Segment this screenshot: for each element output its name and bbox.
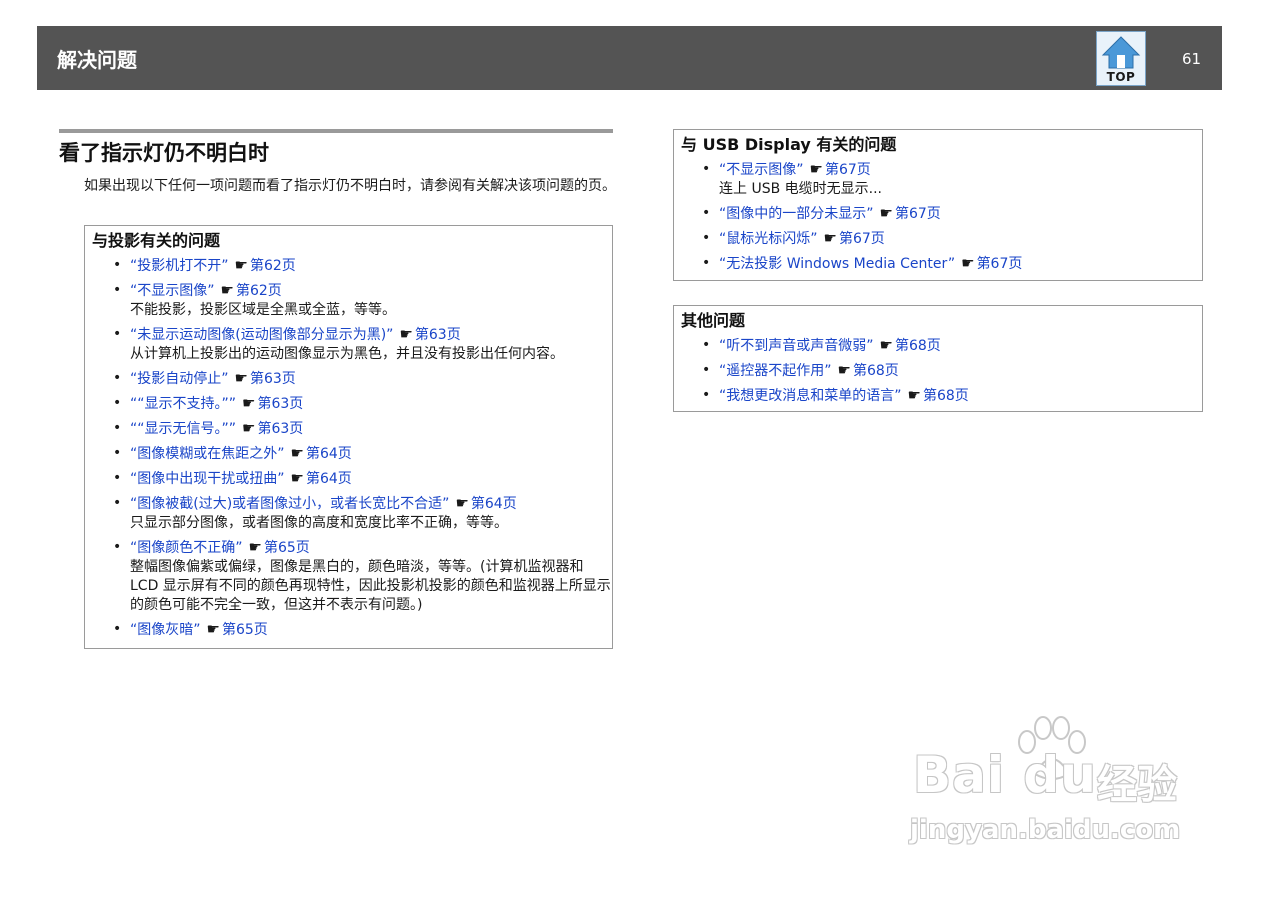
page-link[interactable]: 第67页 xyxy=(977,256,1023,272)
pointing-hand-icon: ☛ xyxy=(248,538,262,556)
list-item: “投影自动停止” ☛第63页 xyxy=(85,369,612,389)
page-link[interactable]: 第68页 xyxy=(853,363,899,379)
watermark-cn: 经验 xyxy=(1097,762,1177,808)
page-number: 61 xyxy=(1182,50,1202,68)
problem-description: 不能投影，投影区域是全黑或全蓝，等等。 xyxy=(130,302,396,318)
page-link[interactable]: 第62页 xyxy=(236,283,282,299)
pointing-hand-icon: ☛ xyxy=(879,204,893,222)
list-item: “图像灰暗” ☛第65页 xyxy=(85,620,612,640)
section-title: 解决问题 xyxy=(57,48,137,72)
pointing-hand-icon: ☛ xyxy=(290,469,304,487)
problem-link[interactable]: “不显示图像” xyxy=(719,162,804,178)
problem-link[interactable]: “投影自动停止” xyxy=(130,371,229,387)
problem-link[interactable]: “我想更改消息和菜单的语言” xyxy=(719,388,902,404)
page-header: 解决问题 TOP 61 xyxy=(37,26,1222,90)
watermark-url: jingyan.baidu.com xyxy=(910,815,1181,845)
pointing-hand-icon: ☛ xyxy=(290,444,304,462)
list-item: “我想更改消息和菜单的语言” ☛第68页 xyxy=(674,386,1202,406)
page-link[interactable]: 第65页 xyxy=(222,622,268,638)
page-link[interactable]: 第63页 xyxy=(257,396,303,412)
other-problems-box: 其他问题 “听不到声音或声音微弱”☛第68页“遥控器不起作用”☛第68页“我想更… xyxy=(673,305,1203,412)
list-item: “遥控器不起作用” ☛第68页 xyxy=(674,361,1202,381)
pointing-hand-icon: ☛ xyxy=(206,620,220,638)
page-link[interactable]: 第63页 xyxy=(257,421,303,437)
problem-link[interactable]: “图像模糊或在焦距之外” xyxy=(130,446,285,462)
page-link[interactable]: 第67页 xyxy=(895,206,941,222)
baidu-watermark: Bai du 经验 jingyan.baidu.com xyxy=(905,712,1205,862)
pointing-hand-icon: ☛ xyxy=(879,336,893,354)
page-link[interactable]: 第63页 xyxy=(415,327,461,343)
problem-link[interactable]: “遥控器不起作用” xyxy=(719,363,832,379)
page-title: 看了指示灯仍不明白时 xyxy=(59,141,269,165)
page-link[interactable]: 第63页 xyxy=(250,371,296,387)
pointing-hand-icon: ☛ xyxy=(837,361,851,379)
problem-link[interactable]: “图像中的一部分未显示” xyxy=(719,206,874,222)
other-problem-list: “听不到声音或声音微弱”☛第68页“遥控器不起作用”☛第68页“我想更改消息和菜… xyxy=(674,336,1202,406)
top-label: TOP xyxy=(1106,70,1136,84)
usb-display-problems-box: 与 USB Display 有关的问题 “不显示图像”☛第67页连上 USB 电… xyxy=(673,129,1203,281)
projection-problem-list: “投影机打不开”☛第62页“不显示图像”☛第62页不能投影，投影区域是全黑或全蓝… xyxy=(85,256,612,640)
problem-link[interactable]: “无法投影 Windows Media Center” xyxy=(719,256,955,272)
top-button[interactable]: TOP xyxy=(1096,31,1146,86)
list-item: ““显示无信号。”” ☛第63页 xyxy=(85,419,612,439)
problem-link[interactable]: “鼠标光标闪烁” xyxy=(719,231,818,247)
pointing-hand-icon: ☛ xyxy=(809,160,823,178)
list-item: “投影机打不开” ☛第62页 xyxy=(85,256,612,276)
pointing-hand-icon: ☛ xyxy=(823,229,837,247)
pointing-hand-icon: ☛ xyxy=(234,369,248,387)
problem-description: 从计算机上投影出的运动图像显示为黑色，并且没有投影出任何内容。 xyxy=(130,346,564,362)
page-link[interactable]: 第68页 xyxy=(923,388,969,404)
projection-problems-title: 与投影有关的问题 xyxy=(92,231,221,250)
problem-description: 只显示部分图像，或者图像的高度和宽度比率不正确，等等。 xyxy=(130,515,508,531)
page-link[interactable]: 第65页 xyxy=(264,540,310,556)
problem-link[interactable]: “图像被截(过大)或者图像过小，或者长宽比不合适” xyxy=(130,496,449,512)
other-problems-title: 其他问题 xyxy=(681,311,746,330)
list-item: “图像中的一部分未显示” ☛第67页 xyxy=(674,204,1202,224)
usb-display-problems-title: 与 USB Display 有关的问题 xyxy=(681,135,897,154)
pointing-hand-icon: ☛ xyxy=(961,254,975,272)
list-item: “不显示图像” ☛第62页不能投影，投影区域是全黑或全蓝，等等。 xyxy=(85,281,612,320)
problem-link[interactable]: “图像灰暗” xyxy=(130,622,201,638)
usb-problem-list: “不显示图像”☛第67页连上 USB 电缆时无显示...“图像中的一部分未显示”… xyxy=(674,160,1202,274)
watermark-brand: Bai du xyxy=(913,746,1097,804)
list-item: “鼠标光标闪烁” ☛第67页 xyxy=(674,229,1202,249)
problem-link[interactable]: “听不到声音或声音微弱” xyxy=(719,338,874,354)
pointing-hand-icon: ☛ xyxy=(242,394,256,412)
page-link[interactable]: 第64页 xyxy=(306,446,352,462)
list-item: “图像颜色不正确” ☛第65页整幅图像偏紫或偏绿，图像是黑白的，颜色暗淡，等等。(… xyxy=(85,538,612,615)
pointing-hand-icon: ☛ xyxy=(234,256,248,274)
pointing-hand-icon: ☛ xyxy=(242,419,256,437)
page-link[interactable]: 第64页 xyxy=(306,471,352,487)
page-link[interactable]: 第68页 xyxy=(895,338,941,354)
page-link[interactable]: 第67页 xyxy=(839,231,885,247)
list-item: ““显示不支持。”” ☛第63页 xyxy=(85,394,612,414)
problem-link[interactable]: “图像颜色不正确” xyxy=(130,540,243,556)
page-link[interactable]: 第64页 xyxy=(471,496,517,512)
list-item: “未显示运动图像(运动图像部分显示为黑)” ☛第63页从计算机上投影出的运动图像显… xyxy=(85,325,612,364)
pointing-hand-icon: ☛ xyxy=(907,386,921,404)
problem-description: 整幅图像偏紫或偏绿，图像是黑白的，颜色暗淡，等等。(计算机监视器和 LCD 显示… xyxy=(130,559,611,613)
problem-link[interactable]: “图像中出现干扰或扭曲” xyxy=(130,471,285,487)
list-item: “图像模糊或在焦距之外” ☛第64页 xyxy=(85,444,612,464)
intro-paragraph: 如果出现以下任何一项问题而看了指示灯仍不明白时，请参阅有关解决该项问题的页。 xyxy=(84,178,616,194)
pointing-hand-icon: ☛ xyxy=(399,325,413,343)
pointing-hand-icon: ☛ xyxy=(220,281,234,299)
title-rule xyxy=(59,129,613,133)
pointing-hand-icon: ☛ xyxy=(455,494,469,512)
problem-link[interactable]: “未显示运动图像(运动图像部分显示为黑)” xyxy=(130,327,393,343)
problem-description: 连上 USB 电缆时无显示... xyxy=(719,181,882,197)
problem-link[interactable]: “投影机打不开” xyxy=(130,258,229,274)
list-item: “不显示图像” ☛第67页连上 USB 电缆时无显示... xyxy=(674,160,1202,199)
list-item: “无法投影 Windows Media Center” ☛第67页 xyxy=(674,254,1202,274)
problem-link[interactable]: “不显示图像” xyxy=(130,283,215,299)
projection-problems-box: 与投影有关的问题 “投影机打不开”☛第62页“不显示图像”☛第62页不能投影，投… xyxy=(84,225,613,649)
problem-link[interactable]: ““显示无信号。”” xyxy=(130,421,236,437)
page-link[interactable]: 第67页 xyxy=(825,162,871,178)
home-icon xyxy=(1101,36,1141,69)
problem-link[interactable]: ““显示不支持。”” xyxy=(130,396,236,412)
page-link[interactable]: 第62页 xyxy=(250,258,296,274)
list-item: “图像被截(过大)或者图像过小，或者长宽比不合适” ☛第64页只显示部分图像，或者… xyxy=(85,494,612,533)
list-item: “听不到声音或声音微弱” ☛第68页 xyxy=(674,336,1202,356)
list-item: “图像中出现干扰或扭曲” ☛第64页 xyxy=(85,469,612,489)
